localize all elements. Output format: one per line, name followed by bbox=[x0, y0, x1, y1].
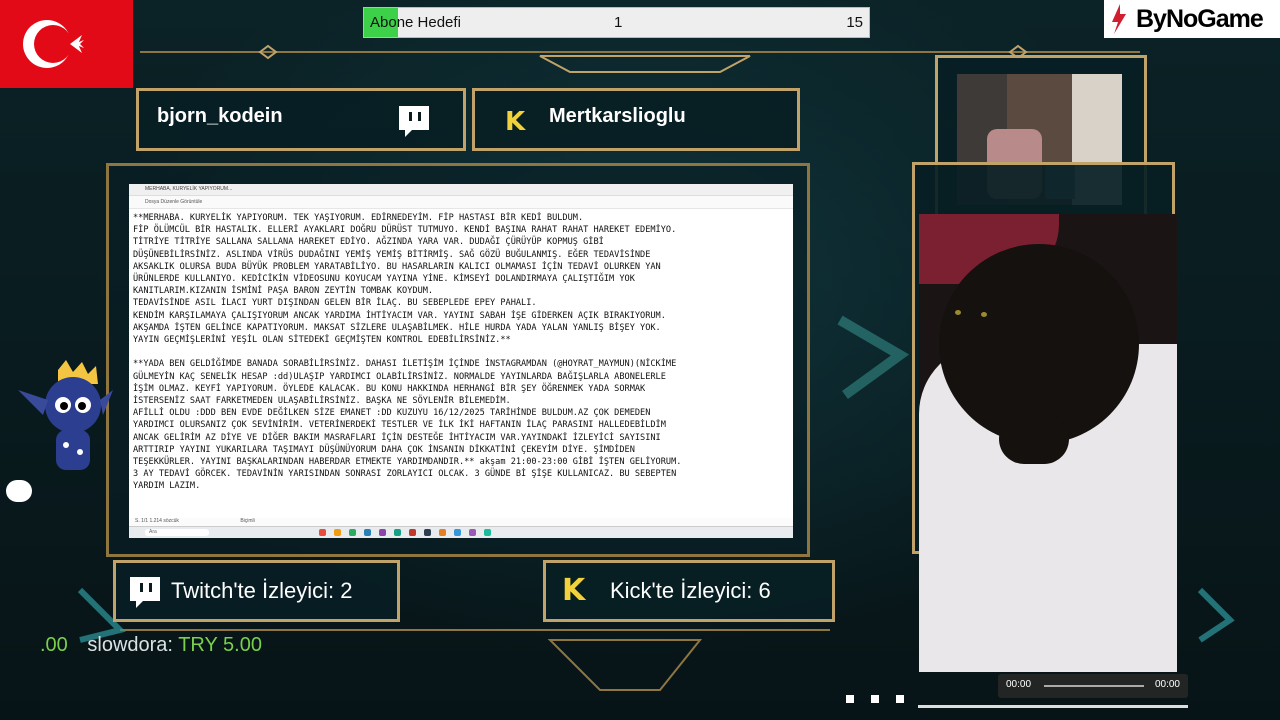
twitch-viewer-count: Twitch'te İzleyici: 2 bbox=[171, 578, 353, 603]
app-icon[interactable] bbox=[469, 529, 476, 536]
twitch-viewer-plate: Twitch'te İzleyici: 2 bbox=[113, 560, 400, 622]
goal-label: Abone Hedefi bbox=[370, 14, 461, 31]
twitch-icon bbox=[397, 104, 431, 138]
video-total-time: 00:00 bbox=[1154, 679, 1180, 690]
app-icon[interactable] bbox=[379, 529, 386, 536]
chat-username: slowdora: bbox=[87, 634, 173, 656]
app-icon[interactable] bbox=[349, 529, 356, 536]
app-icon[interactable] bbox=[409, 529, 416, 536]
kick-icon: K bbox=[562, 573, 586, 608]
twitch-icon bbox=[128, 575, 162, 609]
app-icon[interactable] bbox=[424, 529, 431, 536]
page-dot[interactable] bbox=[846, 695, 854, 703]
kick-icon: K bbox=[505, 107, 526, 137]
doc-menu-bar: Dosya Düzenle Görüntüle bbox=[129, 196, 793, 209]
kick-viewer-count: Kick'te İzleyici: 6 bbox=[610, 578, 771, 603]
bynogame-logo-icon: ByNoGame bbox=[1104, 0, 1280, 38]
windows-taskbar: Ara bbox=[129, 526, 793, 538]
donation-chat-line: .00 slowdora: TRY 5.00 bbox=[40, 634, 262, 657]
app-icon[interactable] bbox=[439, 529, 446, 536]
app-icon[interactable] bbox=[454, 529, 461, 536]
kick-viewer-plate: K Kick'te İzleyici: 6 bbox=[543, 560, 835, 622]
page-dot[interactable] bbox=[896, 695, 904, 703]
app-icon[interactable] bbox=[394, 529, 401, 536]
doc-status-left: S. 1/1 1.214 sözcük bbox=[135, 518, 179, 524]
cat-video-player[interactable] bbox=[919, 214, 1177, 672]
turkey-flag-icon bbox=[0, 0, 133, 88]
emote-icon bbox=[6, 480, 32, 502]
video-controls[interactable]: 00:00 00:00 bbox=[998, 674, 1188, 698]
notepad-window: MERHABA, KURYELİK YAPIYORUM... Dosya Düz… bbox=[129, 184, 793, 538]
subscriber-goal-bar: Abone Hedefi 1 15 bbox=[363, 7, 870, 38]
doc-tab-bar: MERHABA, KURYELİK YAPIYORUM... bbox=[129, 184, 793, 196]
goal-current: 1 bbox=[614, 14, 623, 31]
chat-amount: TRY 5.00 bbox=[178, 634, 262, 656]
video-seek-bar[interactable] bbox=[1044, 685, 1144, 687]
video-progress-track[interactable] bbox=[918, 705, 1188, 708]
twitch-streamer-name: bjorn_kodein bbox=[157, 105, 283, 127]
kick-streamer-name: Mertkarslioglu bbox=[549, 105, 686, 127]
mascot-icon bbox=[18, 360, 113, 485]
twitch-name-plate: bjorn_kodein bbox=[136, 88, 466, 151]
app-icon[interactable] bbox=[364, 529, 371, 536]
app-icon[interactable] bbox=[484, 529, 491, 536]
logo-text: ByNoGame bbox=[1136, 4, 1264, 33]
app-icon[interactable] bbox=[319, 529, 326, 536]
kick-name-plate: K Mertkarslioglu bbox=[472, 88, 800, 151]
doc-menu[interactable]: Dosya Düzenle Görüntüle bbox=[145, 199, 202, 205]
doc-text[interactable]: **MERHABA. KURYELİK YAPIYORUM. TEK YAŞIY… bbox=[129, 209, 793, 496]
taskbar-search[interactable]: Ara bbox=[145, 529, 209, 536]
chat-prefix: .00 bbox=[40, 634, 68, 656]
video-current-time: 00:00 bbox=[1006, 679, 1032, 690]
doc-status-mid: Biçimli bbox=[240, 518, 255, 524]
doc-tab-title[interactable]: MERHABA, KURYELİK YAPIYORUM... bbox=[145, 186, 232, 192]
page-dot[interactable] bbox=[871, 695, 879, 703]
pagination-dots bbox=[846, 690, 921, 708]
goal-target: 15 bbox=[846, 14, 863, 31]
app-icon[interactable] bbox=[334, 529, 341, 536]
